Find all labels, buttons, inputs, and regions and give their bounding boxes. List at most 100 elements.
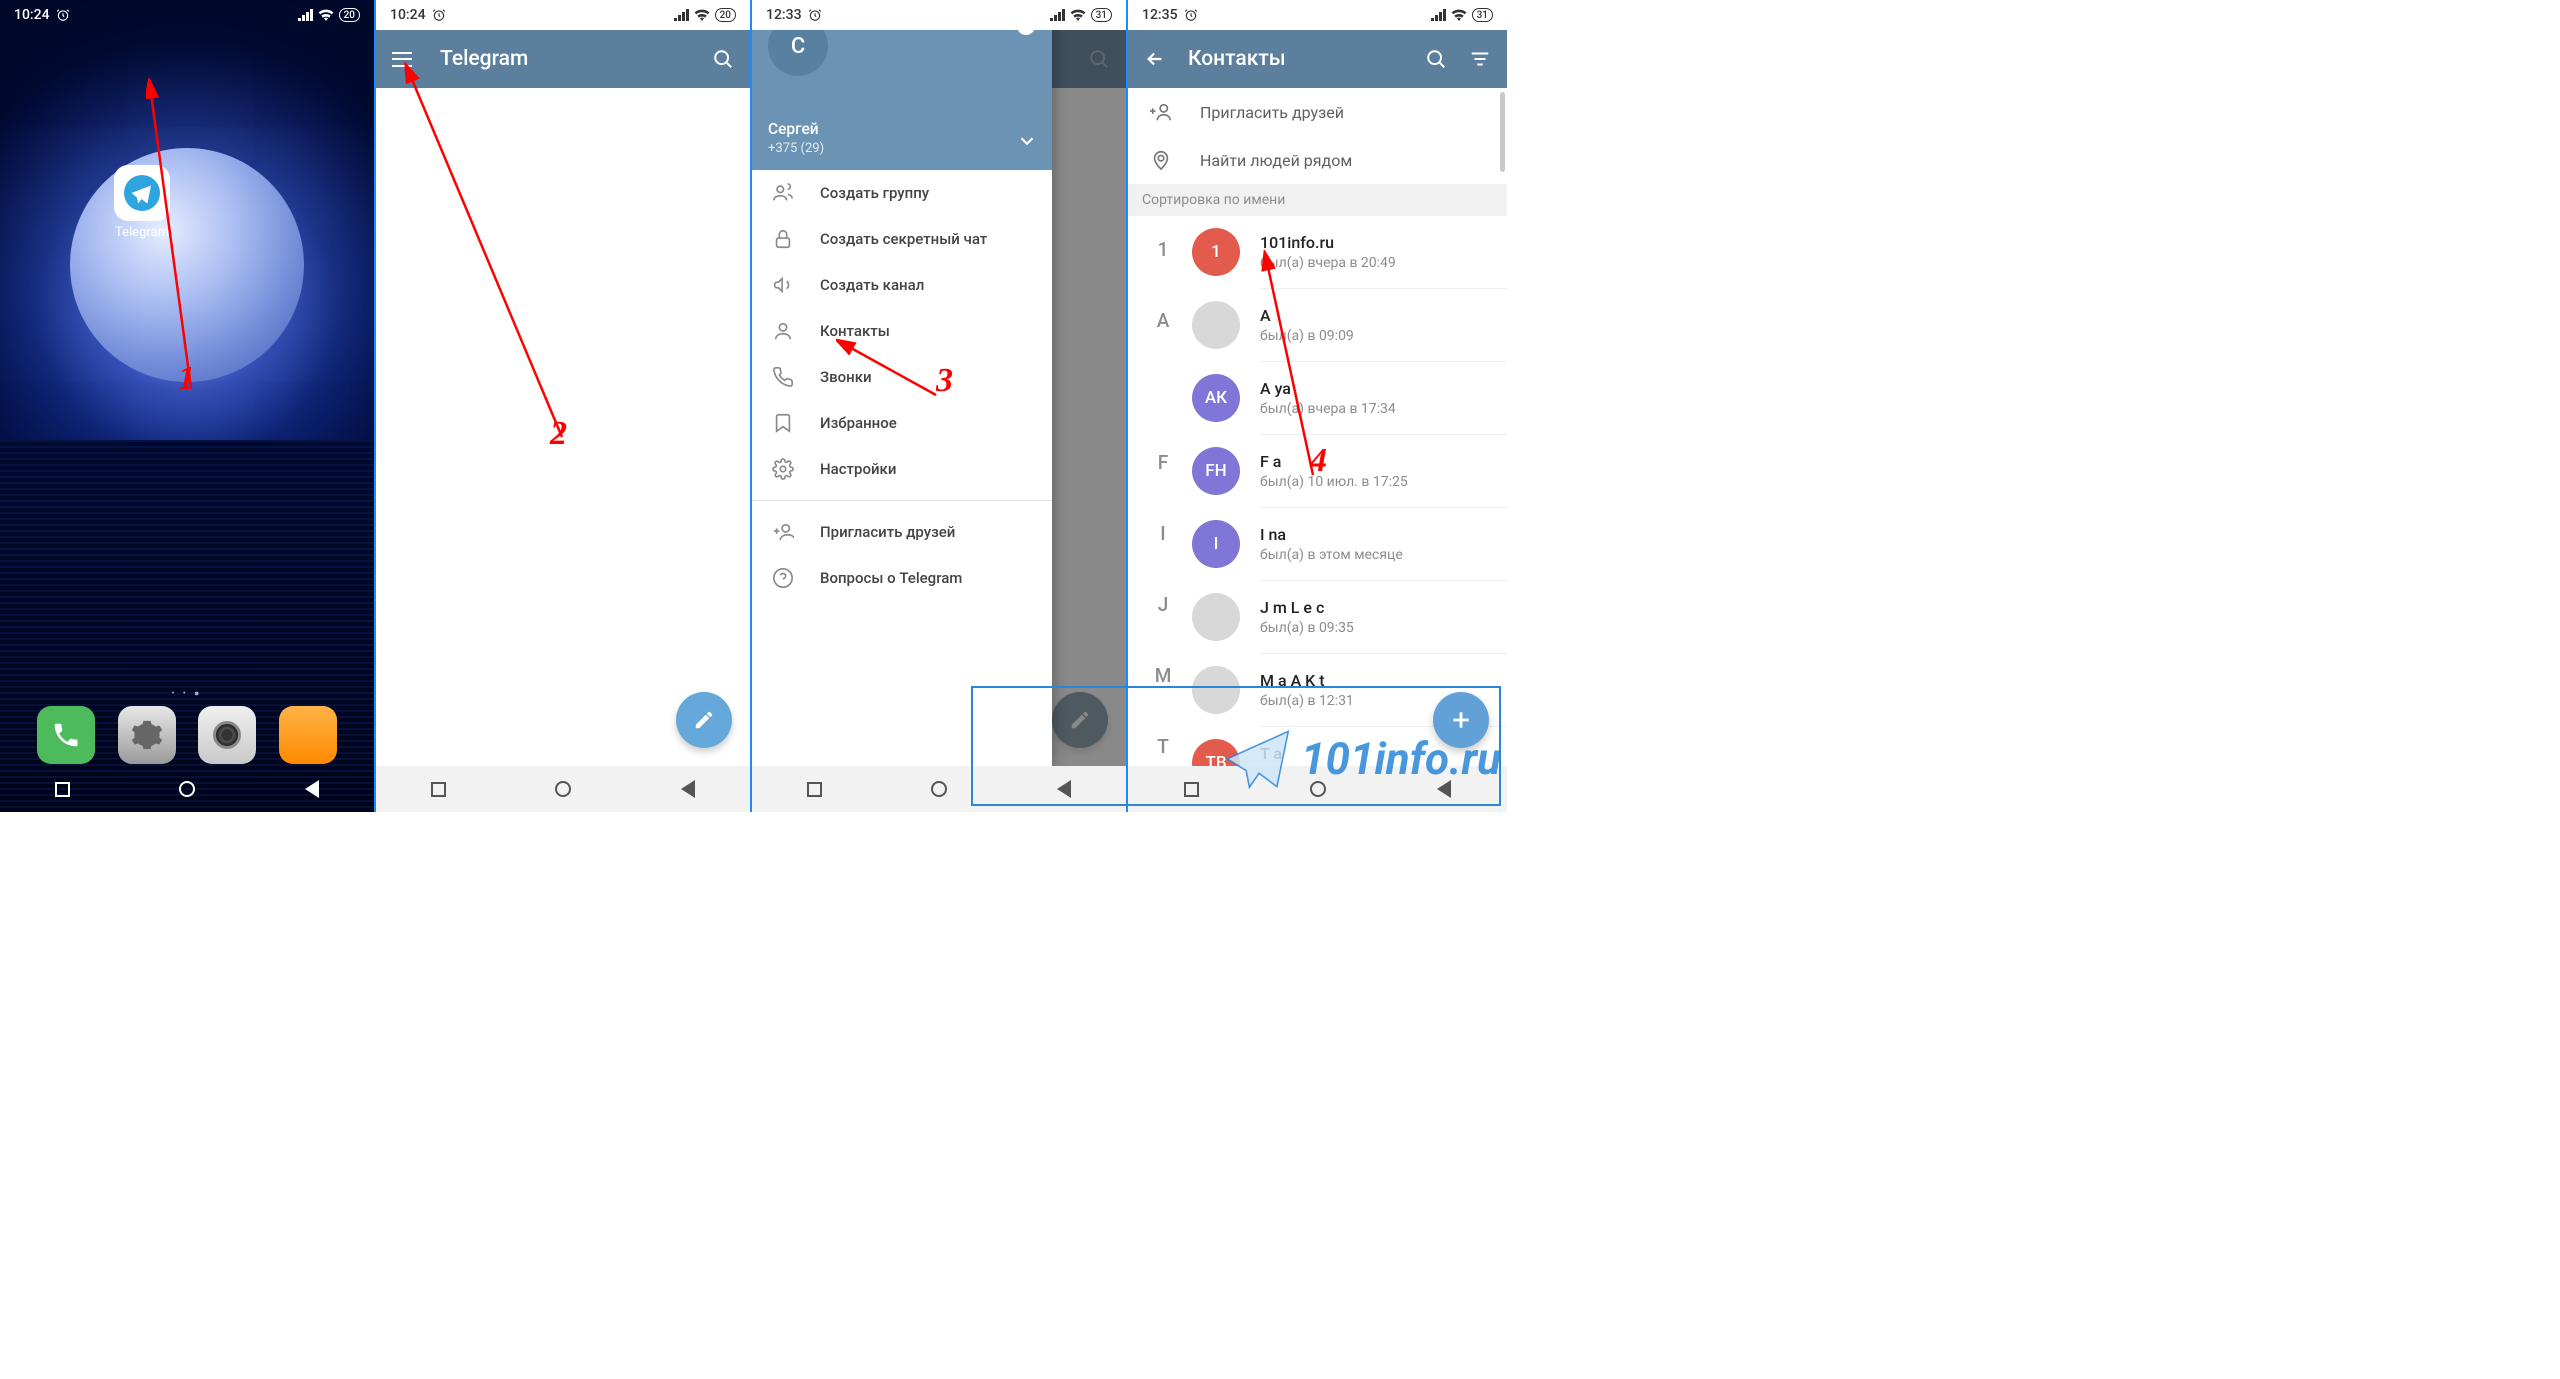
contact-row[interactable]: Абыл(а) в 09:09 — [1128, 289, 1507, 361]
app-bar: Контакты — [1128, 30, 1507, 88]
screen-title: Контакты — [1188, 47, 1403, 71]
telegram-app-icon[interactable]: Telegram — [114, 165, 170, 240]
wifi-icon — [694, 9, 710, 21]
chevron-down-icon[interactable] — [1016, 130, 1038, 152]
contact-status: был(а) в 09:09 — [1260, 328, 1354, 344]
menu-calls[interactable]: Звонки — [752, 354, 1052, 400]
homescreen: 10:24 20 Telegram • • ● 1 — [0, 0, 376, 812]
bookmark-icon — [772, 412, 794, 434]
search-icon[interactable] — [712, 48, 734, 70]
contact-row[interactable]: FH F a был(а) 10 июл. в 17:25 — [1128, 435, 1507, 507]
menu-create-secret[interactable]: Создать секретный чат — [752, 216, 1052, 262]
camera-app[interactable] — [198, 706, 256, 764]
back-button[interactable] — [1057, 780, 1071, 798]
user-name: Сергей — [768, 120, 1036, 138]
nav-bar — [376, 766, 750, 812]
contacts-screen: 12:35 31 Контакты Пригласить друзей Найт… — [1128, 0, 1507, 812]
scrollbar[interactable] — [1500, 92, 1505, 172]
status-bar: 10:24 20 — [0, 0, 374, 30]
notes-app[interactable] — [279, 706, 337, 764]
dock — [0, 706, 374, 764]
cell-signal-icon — [674, 9, 689, 21]
wifi-icon — [318, 9, 334, 21]
divider — [752, 500, 1052, 501]
settings-app[interactable] — [118, 706, 176, 764]
avatar: I — [1192, 520, 1240, 568]
contact-name: F a — [1260, 452, 1408, 471]
battery-level: 20 — [715, 8, 736, 22]
gear-icon — [772, 458, 794, 480]
page-dots: • • ● — [0, 688, 374, 699]
watermark: 101info.ru — [1223, 724, 1501, 794]
home-button[interactable] — [931, 781, 947, 797]
lock-icon — [772, 228, 794, 250]
menu-settings[interactable]: Настройки — [752, 446, 1052, 492]
battery-level: 20 — [339, 8, 360, 22]
back-arrow-icon[interactable] — [1144, 48, 1166, 70]
cell-signal-icon — [1431, 9, 1446, 21]
menu-saved[interactable]: Избранное — [752, 400, 1052, 446]
wifi-icon — [1070, 9, 1086, 21]
annotation-number-2: 2 — [550, 415, 567, 453]
recents-button[interactable] — [55, 782, 70, 797]
search-icon[interactable] — [1425, 48, 1447, 70]
menu-invite[interactable]: Пригласить друзей — [752, 509, 1052, 555]
help-icon — [772, 567, 794, 589]
contact-row[interactable]: 1101info.ruбыл(а) вчера в 20:49 — [1128, 216, 1507, 288]
telegram-drawer: 12:33 31 С Сергей +375 (29) Создать груп… — [752, 0, 1128, 812]
avatar — [1192, 301, 1240, 349]
contact-row[interactable]: J m L e c был(а) в 09:35 — [1128, 581, 1507, 653]
contact-row[interactable]: АКА yaбыл(а) вчера в 17:34 — [1128, 362, 1507, 434]
wallpaper-moon — [70, 148, 304, 382]
megaphone-icon — [772, 274, 794, 296]
invite-friends-row[interactable]: Пригласить друзей — [1128, 88, 1507, 136]
back-button[interactable] — [305, 780, 319, 798]
alarm-icon — [808, 8, 822, 22]
contact-status: был(а) вчера в 17:34 — [1260, 401, 1396, 417]
home-button[interactable] — [179, 781, 195, 797]
home-button[interactable] — [555, 781, 571, 797]
alarm-icon — [432, 8, 446, 22]
recents-button[interactable] — [1184, 782, 1199, 797]
contact-name: А — [1260, 306, 1354, 325]
phone-app[interactable] — [37, 706, 95, 764]
user-phone: +375 (29) — [768, 141, 1036, 156]
recents-button[interactable] — [807, 782, 822, 797]
sort-header: Сортировка по имени — [1128, 184, 1507, 216]
contact-name: M a A K t — [1260, 671, 1354, 690]
alarm-icon — [56, 8, 70, 22]
menu-contacts[interactable]: Контакты — [752, 308, 1052, 354]
contact-status: был(а) вчера в 20:49 — [1260, 255, 1396, 271]
nav-bar — [752, 766, 1126, 812]
annotation-arrow-2 — [402, 62, 582, 442]
contact-row[interactable]: II naбыл(а) в этом месяце — [1128, 508, 1507, 580]
contact-status: был(а) 10 июл. в 17:25 — [1260, 474, 1408, 490]
find-nearby-row[interactable]: Найти людей рядом — [1128, 136, 1507, 184]
back-button[interactable] — [681, 780, 695, 798]
status-bar: 12:33 31 — [752, 0, 1126, 30]
contact-name: I na — [1260, 525, 1403, 544]
app-title: Telegram — [440, 47, 684, 71]
new-message-fab[interactable] — [676, 692, 732, 748]
contact-name: А ya — [1260, 379, 1396, 398]
add-person-icon — [772, 521, 794, 543]
status-bar: 12:35 31 — [1128, 0, 1507, 30]
menu-create-channel[interactable]: Создать канал — [752, 262, 1052, 308]
battery-level: 31 — [1472, 8, 1493, 22]
telegram-plane-icon — [1223, 724, 1293, 794]
battery-level: 31 — [1091, 8, 1112, 22]
menu-button[interactable] — [392, 52, 412, 67]
sort-icon[interactable] — [1469, 48, 1491, 70]
contact-name: J m L e c — [1260, 598, 1354, 617]
group-icon — [772, 182, 794, 204]
avatar: FH — [1192, 447, 1240, 495]
person-icon — [772, 320, 794, 342]
menu-create-group[interactable]: Создать группу — [752, 170, 1052, 216]
menu-faq[interactable]: Вопросы о Telegram — [752, 555, 1052, 601]
recents-button[interactable] — [431, 782, 446, 797]
alarm-icon — [1184, 8, 1198, 22]
contact-status: был(а) в 09:35 — [1260, 620, 1354, 636]
app-label: Telegram — [115, 225, 169, 240]
status-bar: 10:24 20 — [376, 0, 750, 30]
clock: 12:33 — [766, 7, 802, 23]
